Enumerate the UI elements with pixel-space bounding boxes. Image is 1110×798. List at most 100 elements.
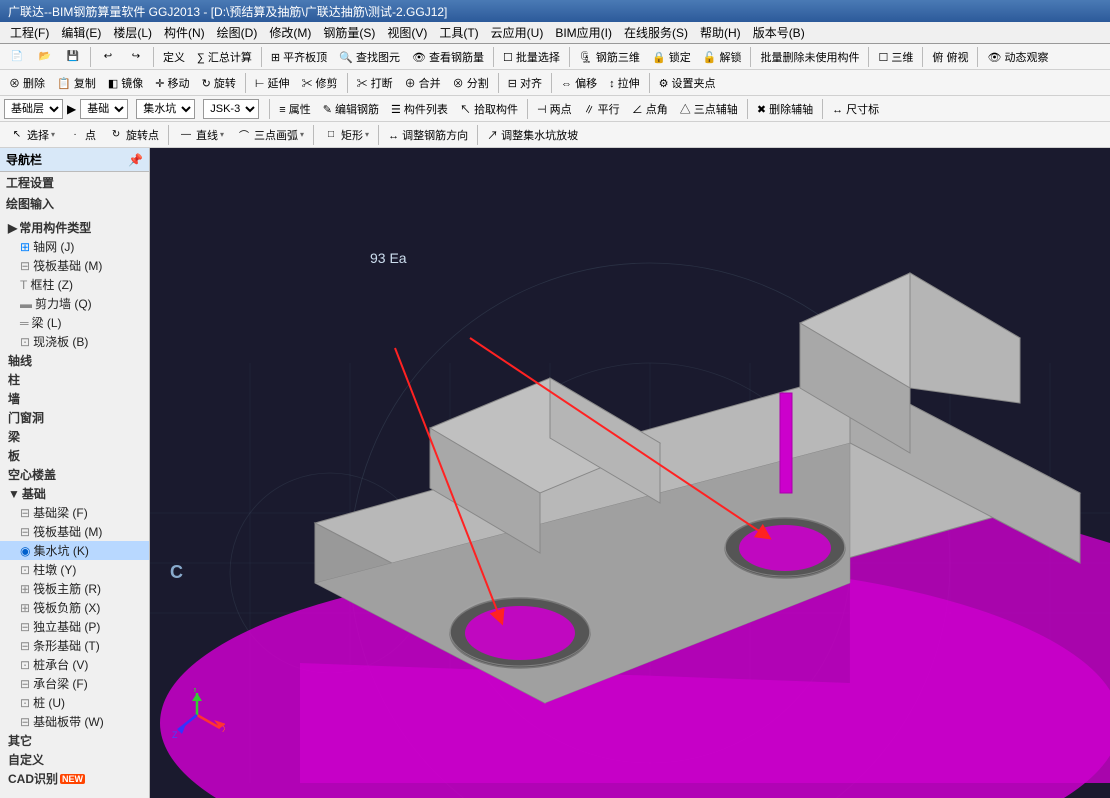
undo-button[interactable]: ↩	[95, 46, 121, 68]
nav-item-raft-found[interactable]: ⊟ 筏板基础 (M)	[0, 522, 149, 541]
menu-edit[interactable]: 编辑(E)	[55, 22, 107, 43]
component-id-select[interactable]: JSK-3	[203, 99, 259, 119]
nav-category-common[interactable]: ▶ 常用构件类型	[0, 218, 149, 237]
nav-item-axis-grid[interactable]: ⊞ 轴网 (J)	[0, 237, 149, 256]
menu-version[interactable]: 版本号(B)	[747, 22, 811, 43]
redo-button[interactable]: ↪	[123, 46, 149, 68]
menu-rebar[interactable]: 钢筋量(S)	[317, 22, 381, 43]
new-button[interactable]: 📄	[4, 46, 30, 68]
menu-online[interactable]: 在线服务(S)	[618, 22, 694, 43]
mirror-button[interactable]: ◧ 镜像	[103, 72, 148, 94]
open-button[interactable]: 📂	[32, 46, 58, 68]
stretch-button[interactable]: ↕ 拉伸	[604, 72, 645, 94]
arc-tool-button[interactable]: ⌒ 三点画弧 ▾	[231, 124, 309, 146]
nav-category-hollow[interactable]: 空心楼盖	[0, 465, 149, 484]
find-button[interactable]: 🔍 查找图元	[334, 46, 405, 68]
menu-cloud[interactable]: 云应用(U)	[485, 22, 550, 43]
nav-item-cast-plate[interactable]: ⊡ 现浇板 (B)	[0, 332, 149, 351]
nav-category-axis[interactable]: 轴线	[0, 351, 149, 370]
nav-item-col-base[interactable]: ⊡ 柱墩 (Y)	[0, 560, 149, 579]
break-button[interactable]: ✂ 打断	[352, 72, 398, 94]
trim-button[interactable]: ✂ 修剪	[296, 72, 342, 94]
nav-section-project-settings[interactable]: 工程设置	[0, 172, 149, 193]
nav-item-raft-neg-rebar[interactable]: ⊞ 筏板负筋 (X)	[0, 598, 149, 617]
menu-project[interactable]: 工程(F)	[4, 22, 55, 43]
edit-rebar-button[interactable]: ✎ 编辑钢筋	[318, 98, 384, 120]
floor-select[interactable]: 基础层	[4, 99, 63, 119]
rotate-point-button[interactable]: ↻ 旋转点	[103, 124, 164, 146]
split-button[interactable]: ⊗ 分割	[448, 72, 494, 94]
nav-category-cad[interactable]: CAD识别 NEW	[0, 769, 149, 788]
line-tool-button[interactable]: — 直线 ▾	[173, 124, 229, 146]
sidebar-pin-icon[interactable]: 📌	[128, 153, 143, 167]
align-top-button[interactable]: ⊞ 平齐板顶	[266, 46, 332, 68]
nav-category-others[interactable]: 其它	[0, 731, 149, 750]
adjust-slope-button[interactable]: ↗ 调整集水坑放坡	[482, 124, 583, 146]
menu-floor[interactable]: 楼层(L)	[107, 22, 158, 43]
two-point-button[interactable]: ⊣ 两点	[532, 98, 577, 120]
menu-bim[interactable]: BIM应用(I)	[549, 22, 618, 43]
merge-button[interactable]: ⊕ 合并	[400, 72, 446, 94]
nav-item-frame-col[interactable]: T 框柱 (Z)	[0, 275, 149, 294]
nav-category-door-window[interactable]: 门窗洞	[0, 408, 149, 427]
adjust-rebar-dir-button[interactable]: ↔ 调整钢筋方向	[383, 124, 473, 146]
menu-draw[interactable]: 绘图(D)	[211, 22, 264, 43]
menu-modify[interactable]: 修改(M)	[263, 22, 317, 43]
view-rebar-button[interactable]: 👁 查看钢筋量	[407, 46, 489, 68]
lock-button[interactable]: 🔒 锁定	[647, 46, 696, 68]
set-grip-button[interactable]: ⚙ 设置夹点	[654, 72, 721, 94]
nav-category-custom[interactable]: 自定义	[0, 750, 149, 769]
batch-select-button[interactable]: ☐ 批量选择	[498, 46, 565, 68]
align-button[interactable]: ⊟ 对齐	[503, 72, 547, 94]
define-button[interactable]: 定义	[158, 46, 190, 68]
delete-aux-button[interactable]: ✖ 删除辅轴	[752, 98, 818, 120]
component-type-select[interactable]: 集水坑	[136, 99, 195, 119]
menu-view[interactable]: 视图(V)	[381, 22, 433, 43]
nav-item-raft-main-rebar[interactable]: ⊞ 筏板主筋 (R)	[0, 579, 149, 598]
calc-button[interactable]: ∑ 汇总计算	[192, 46, 257, 68]
save-button[interactable]: 💾	[60, 46, 86, 68]
menu-component[interactable]: 构件(N)	[158, 22, 211, 43]
component-list-button[interactable]: ☰ 构件列表	[386, 98, 453, 120]
nav-item-found-beam[interactable]: ⊟ 基础梁 (F)	[0, 503, 149, 522]
nav-item-strip-found[interactable]: ⊟ 条形基础 (T)	[0, 636, 149, 655]
properties-button[interactable]: ≡ 属性	[274, 98, 315, 120]
nav-item-shear-wall[interactable]: ▬ 剪力墙 (Q)	[0, 294, 149, 313]
nav-item-isolated-found[interactable]: ⊟ 独立基础 (P)	[0, 617, 149, 636]
rotate-button[interactable]: ↻ 旋转	[197, 72, 241, 94]
parallel-button[interactable]: ∥ 平行	[579, 98, 625, 120]
canvas-area[interactable]: 93 Ea C X Y Z	[150, 148, 1110, 798]
nav-item-cap-beam[interactable]: ⊟ 承台梁 (F)	[0, 674, 149, 693]
rebar-3d-button[interactable]: 🗜 钢筋三维	[574, 46, 645, 68]
nav-item-raft-base[interactable]: ⊟ 筏板基础 (M)	[0, 256, 149, 275]
menu-help[interactable]: 帮助(H)	[694, 22, 747, 43]
three-point-button[interactable]: △ 三点辅轴	[675, 98, 743, 120]
delete-button[interactable]: ⊗ 删除	[4, 72, 50, 94]
nav-category-wall[interactable]: 墙	[0, 389, 149, 408]
nav-section-draw-input[interactable]: 绘图输入	[0, 193, 149, 214]
dynamic-view-button[interactable]: 👁 动态观察	[982, 46, 1053, 68]
nav-category-plate[interactable]: 板	[0, 446, 149, 465]
unlock-button[interactable]: 🔓 解锁	[698, 46, 747, 68]
offset-button[interactable]: ⇔ 偏移	[556, 72, 602, 94]
batch-delete-button[interactable]: 批量删除未使用构件	[755, 46, 864, 68]
element-type-select[interactable]: 基础	[80, 99, 128, 119]
3d-view-button[interactable]: ☐ 三维	[873, 46, 918, 68]
nav-item-pile-cap[interactable]: ⊡ 桩承台 (V)	[0, 655, 149, 674]
point-tool-button[interactable]: · 点	[62, 124, 101, 146]
point-angle-button[interactable]: ∠ 点角	[627, 98, 673, 120]
nav-item-beam[interactable]: ═ 梁 (L)	[0, 313, 149, 332]
dimension-button[interactable]: ↔ 尺寸标	[827, 98, 884, 120]
nav-category-beam[interactable]: 梁	[0, 427, 149, 446]
menu-tools[interactable]: 工具(T)	[433, 22, 484, 43]
rect-tool-button[interactable]: □ 矩形 ▾	[318, 124, 374, 146]
pick-component-button[interactable]: ↖ 拾取构件	[455, 98, 523, 120]
move-button[interactable]: ✛ 移动	[150, 72, 194, 94]
nav-category-col[interactable]: 柱	[0, 370, 149, 389]
nav-item-pile[interactable]: ⊡ 桩 (U)	[0, 693, 149, 712]
select-tool-button[interactable]: ↖ 选择 ▾	[4, 124, 60, 146]
nav-category-foundation[interactable]: ▼ 基础	[0, 484, 149, 503]
nav-item-found-strip[interactable]: ⊟ 基础板带 (W)	[0, 712, 149, 731]
copy-button[interactable]: 📋 复制	[52, 72, 101, 94]
extend-button[interactable]: ⊢ 延伸	[250, 72, 295, 94]
